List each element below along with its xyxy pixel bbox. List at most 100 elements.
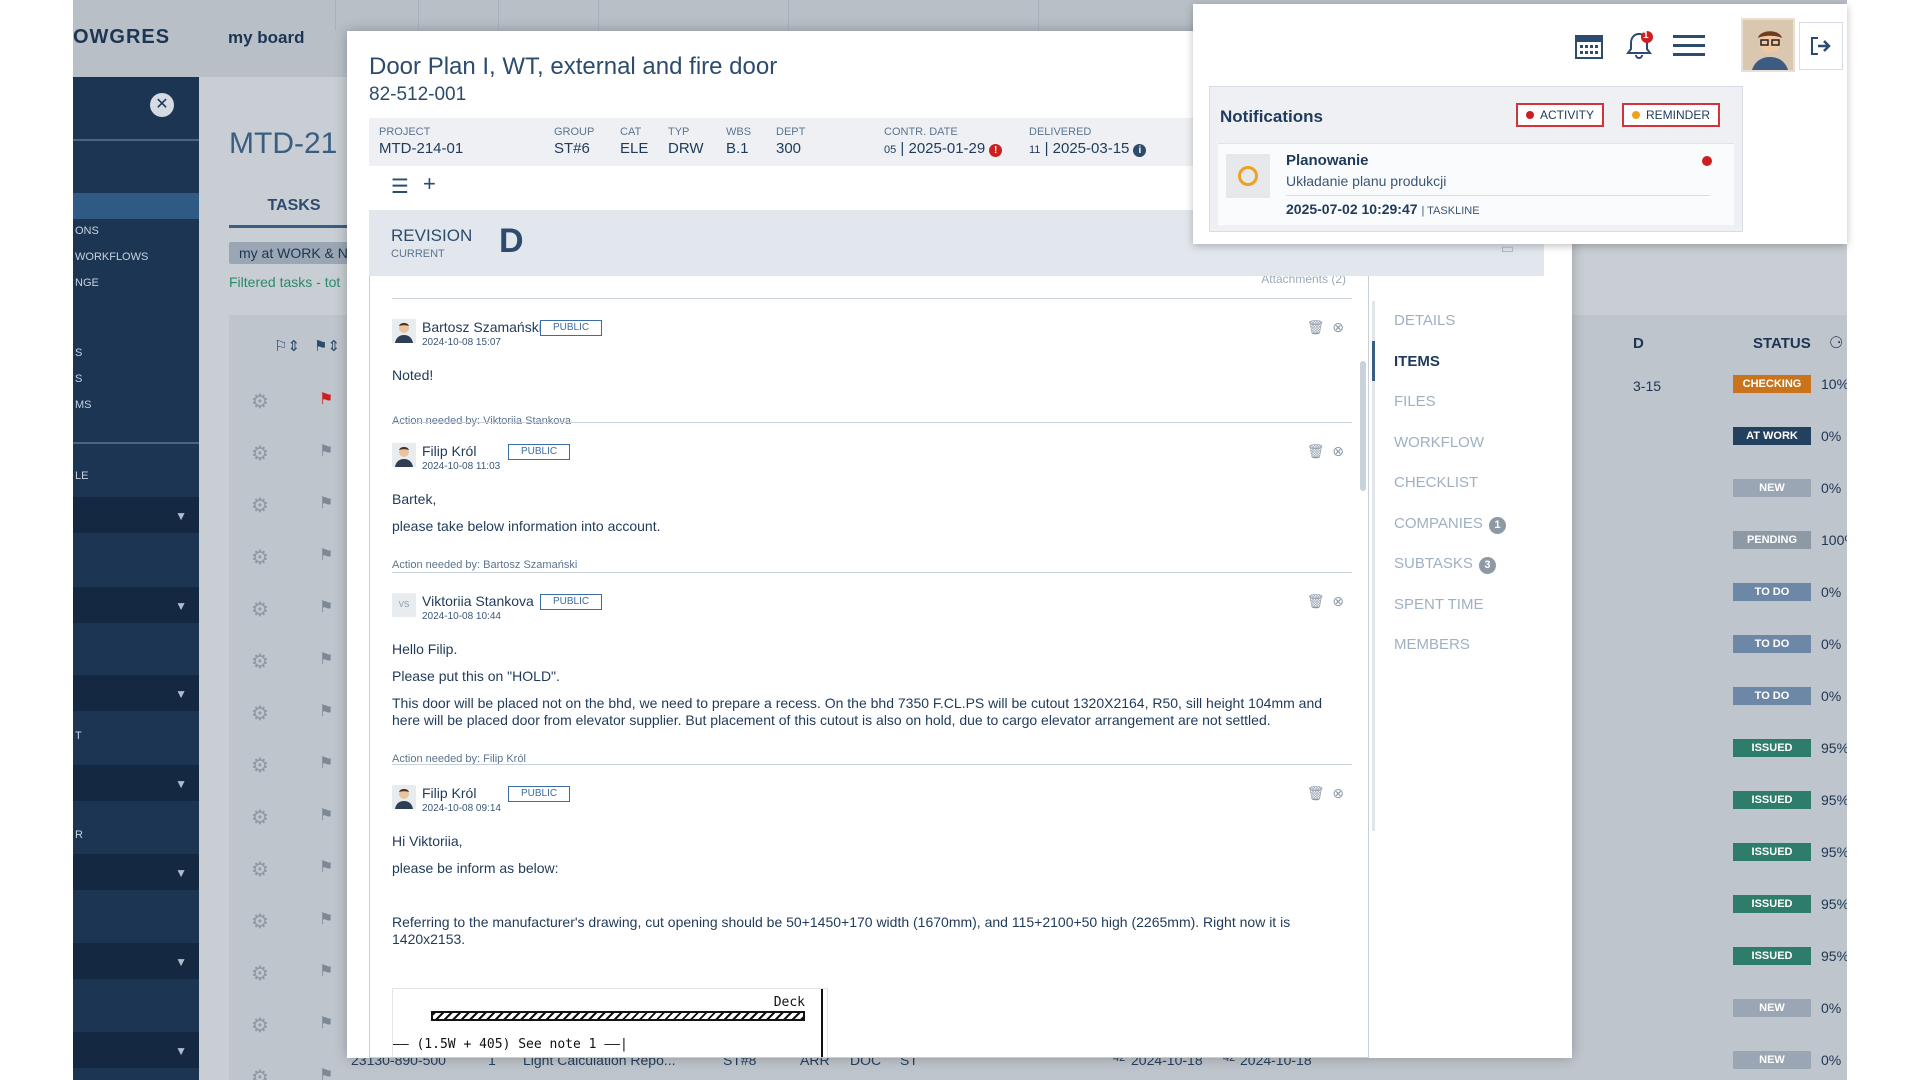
nav-workflow[interactable]: WORKFLOW	[1394, 434, 1484, 451]
nav-details[interactable]: DETAILS	[1394, 312, 1455, 329]
nav-members[interactable]: MEMBERS	[1394, 636, 1470, 653]
flag-icon[interactable]: ⚑	[319, 857, 333, 877]
filter-chip[interactable]: my at WORK & N	[229, 242, 358, 264]
gear-icon[interactable]: ⚙	[251, 441, 269, 466]
gear-icon[interactable]: ⚙	[251, 1013, 269, 1038]
status-badge[interactable]: ISSUED	[1733, 843, 1811, 861]
status-badge[interactable]: PENDING	[1733, 531, 1811, 549]
filter-reminder-button[interactable]: REMINDER	[1622, 103, 1721, 127]
bell-icon[interactable]: 1	[1619, 26, 1659, 66]
sidebar-item[interactable]: S	[75, 373, 82, 385]
gear-icon[interactable]: ⚙	[251, 857, 269, 882]
bookmark-sort-icon[interactable]: ⚐⇕	[274, 337, 300, 355]
gear-icon[interactable]: ⚙	[251, 753, 269, 778]
sidebar-item-active[interactable]	[73, 193, 199, 219]
status-badge[interactable]: TO DO	[1733, 635, 1811, 653]
list-view-icon[interactable]: ☰	[391, 174, 409, 199]
trash-icon[interactable]: 🗑	[1307, 443, 1325, 459]
gear-icon[interactable]: ⚙	[251, 701, 269, 726]
nav-items[interactable]: ITEMS	[1394, 353, 1440, 370]
sidebar-item[interactable]: NGE	[75, 277, 99, 289]
flag-icon[interactable]: ⚑	[319, 753, 333, 773]
add-icon[interactable]: +	[423, 171, 436, 197]
sidebar-close-button[interactable]: ✕	[150, 93, 174, 117]
flag-icon[interactable]: ⚑	[319, 805, 333, 825]
flag-icon[interactable]: ⚑	[319, 597, 333, 617]
flag-icon[interactable]: ⚑	[319, 701, 333, 721]
nav-companies[interactable]: COMPANIES 1	[1394, 515, 1506, 534]
close-circle-icon[interactable]: ⊗	[1332, 785, 1344, 801]
sidebar-group[interactable]: ▼	[73, 497, 199, 533]
logout-button[interactable]	[1799, 22, 1843, 70]
sidebar-item[interactable]: ONS	[75, 225, 99, 237]
status-badge[interactable]: TO DO	[1733, 583, 1811, 601]
flag-icon[interactable]: ⚑	[319, 1065, 333, 1080]
filter-activity-button[interactable]: ACTIVITY	[1516, 103, 1605, 127]
attachments-link[interactable]: Attachments (2)	[1261, 276, 1346, 286]
column-header-d[interactable]: D	[1633, 335, 1644, 352]
sidebar-group[interactable]: ▼	[73, 854, 199, 890]
hierarchy-icon[interactable]: ⚆	[1829, 333, 1843, 353]
status-badge[interactable]: ISSUED	[1733, 947, 1811, 965]
status-badge[interactable]: NEW	[1733, 479, 1811, 497]
gear-icon[interactable]: ⚙	[251, 597, 269, 622]
sidebar-item[interactable]: MS	[75, 399, 92, 411]
gear-icon[interactable]: ⚙	[251, 805, 269, 830]
status-badge[interactable]: NEW	[1733, 1051, 1811, 1069]
column-header-status[interactable]: STATUS	[1753, 335, 1811, 352]
flag-icon[interactable]: ⚑	[319, 649, 333, 669]
sidebar-group[interactable]: ▼	[73, 765, 199, 801]
nav-spent-time[interactable]: SPENT TIME	[1394, 596, 1483, 613]
flag-icon[interactable]: ⚑	[319, 493, 333, 513]
gear-icon[interactable]: ⚙	[251, 649, 269, 674]
notification-item[interactable]: Planowanie Układanie planu produkcji 202…	[1218, 143, 1734, 225]
status-badge[interactable]: TO DO	[1733, 687, 1811, 705]
sidebar-item[interactable]: WORKFLOWS	[75, 251, 148, 263]
sidebar-group[interactable]: ▼	[73, 587, 199, 623]
comments-scrollbar[interactable]	[1360, 361, 1366, 491]
status-badge[interactable]: ISSUED	[1733, 791, 1811, 809]
sidebar-group[interactable]: ▼	[73, 675, 199, 711]
menu-icon[interactable]	[1669, 26, 1709, 66]
nav-subtasks[interactable]: SUBTASKS 3	[1394, 555, 1496, 574]
status-badge[interactable]: CHECKING	[1733, 375, 1811, 393]
trash-icon[interactable]: 🗑	[1307, 785, 1325, 801]
gear-icon[interactable]: ⚙	[251, 1065, 269, 1080]
info-icon[interactable]: i	[1133, 144, 1147, 157]
flag-icon[interactable]: ⚑	[319, 441, 333, 461]
unread-dot-icon[interactable]	[1702, 156, 1712, 166]
warning-icon[interactable]: !	[989, 144, 1003, 157]
flag-icon[interactable]: ⚑	[319, 961, 333, 981]
trash-icon[interactable]: 🗑	[1307, 319, 1325, 335]
nav-files[interactable]: FILES	[1394, 393, 1436, 410]
status-badge[interactable]: ISSUED	[1733, 739, 1811, 757]
flag-icon[interactable]: ⚑	[319, 909, 333, 929]
close-circle-icon[interactable]: ⊗	[1332, 593, 1344, 609]
status-badge[interactable]: AT WORK	[1733, 427, 1811, 445]
close-circle-icon[interactable]: ⊗	[1332, 319, 1344, 335]
user-avatar[interactable]	[1741, 18, 1795, 72]
flag-sort-icon[interactable]: ⚑⇕	[314, 337, 340, 355]
comment-author[interactable]: Viktoriia Stankova	[422, 593, 534, 609]
flag-icon[interactable]: ⚑	[319, 389, 333, 409]
gear-icon[interactable]: ⚙	[251, 493, 269, 518]
sidebar-group[interactable]: ▼	[73, 943, 199, 979]
sidebar-group[interactable]: ▼	[73, 1032, 199, 1068]
status-badge[interactable]: ISSUED	[1733, 895, 1811, 913]
tab-tasks[interactable]: TASKS	[229, 197, 359, 228]
gear-icon[interactable]: ⚙	[251, 909, 269, 934]
comment-author[interactable]: Bartosz Szamański	[422, 319, 542, 335]
sidebar-item[interactable]: T	[75, 730, 82, 742]
gear-icon[interactable]: ⚙	[251, 545, 269, 570]
nav-checklist[interactable]: CHECKLIST	[1394, 474, 1478, 491]
trash-icon[interactable]: 🗑	[1307, 593, 1325, 609]
comment-author[interactable]: Filip Król	[422, 785, 476, 801]
sidebar-item[interactable]: S	[75, 347, 82, 359]
close-circle-icon[interactable]: ⊗	[1332, 443, 1344, 459]
sidebar-item[interactable]: R	[75, 829, 83, 841]
status-badge[interactable]: NEW	[1733, 999, 1811, 1017]
flag-icon[interactable]: ⚑	[319, 545, 333, 565]
comments-panel[interactable]: Attachments (2) Bartosz Szamański PUBLIC 2…	[369, 276, 1369, 1058]
sidebar-item[interactable]: LE	[75, 470, 88, 482]
my-board-link[interactable]: my board	[228, 28, 305, 48]
